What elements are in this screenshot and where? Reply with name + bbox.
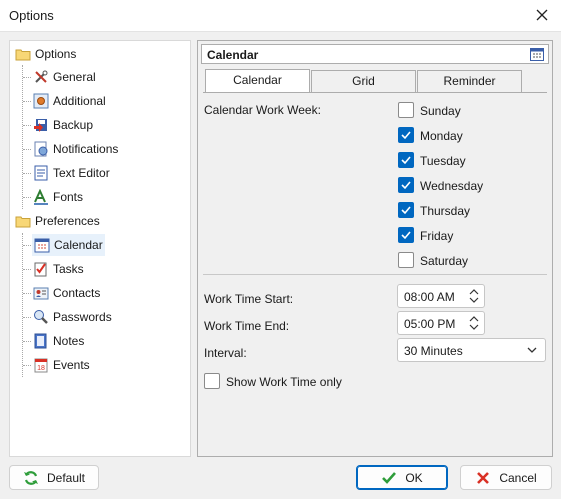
tree-item-label: Backup xyxy=(53,118,94,132)
tab-grid[interactable]: Grid xyxy=(311,70,416,92)
tab-label: Calendar xyxy=(233,73,282,87)
tree-item-label: Preferences xyxy=(35,214,100,228)
tree-item-label: Additional xyxy=(53,94,106,108)
svg-text:18: 18 xyxy=(37,365,45,372)
interval-label: Interval: xyxy=(204,346,247,360)
day-label: Saturday xyxy=(420,254,469,268)
checkbox-tuesday[interactable] xyxy=(398,152,414,168)
backup-icon xyxy=(34,119,47,132)
tree-item-calendar[interactable]: Calendar xyxy=(32,234,105,256)
spin-arrows-icon[interactable] xyxy=(468,287,480,305)
tree-item-fonts[interactable]: Fonts xyxy=(33,186,83,208)
interval-select[interactable]: 30 Minutes xyxy=(397,338,546,362)
panel-header: Calendar xyxy=(201,44,549,64)
checkbox-show-work-time[interactable] xyxy=(204,373,220,389)
day-label: Sunday xyxy=(420,104,461,118)
tab-calendar[interactable]: Calendar xyxy=(205,69,310,93)
tree-item-events[interactable]: 18 Events xyxy=(33,354,90,376)
cancel-x-icon xyxy=(477,471,490,484)
tree-item-label: Tasks xyxy=(53,262,84,276)
ok-button-label: OK xyxy=(405,470,423,485)
tree-item-notes[interactable]: Notes xyxy=(33,330,84,352)
chevron-down-icon xyxy=(527,347,537,353)
tree-item-label: Text Editor xyxy=(53,166,110,180)
tab-label: Grid xyxy=(352,74,375,88)
folder-icon xyxy=(15,49,31,61)
cancel-button[interactable]: Cancel xyxy=(460,465,552,490)
tree-item-label: Fonts xyxy=(53,190,84,204)
tree-item-text-editor[interactable]: Text Editor xyxy=(33,162,110,184)
tree-item-label: Notifications xyxy=(53,142,119,156)
tree-item-passwords[interactable]: Passwords xyxy=(33,306,112,328)
checkmark-icon xyxy=(382,471,397,484)
checkbox-sunday[interactable] xyxy=(398,102,414,118)
checkbox-saturday[interactable] xyxy=(398,252,414,268)
work-week-label: Calendar Work Week: xyxy=(204,103,321,117)
options-tree[interactable]: Options General Additional Backup Notifi… xyxy=(9,40,191,457)
tree-item-preferences[interactable]: Preferences xyxy=(15,210,100,232)
interval-value: 30 Minutes xyxy=(404,344,463,358)
tree-item-general[interactable]: General xyxy=(33,66,96,88)
day-label: Friday xyxy=(420,229,454,243)
day-label: Tuesday xyxy=(420,154,466,168)
folder-icon xyxy=(15,216,31,228)
tasks-icon xyxy=(34,262,47,277)
show-work-time-label: Show Work Time only xyxy=(226,375,342,389)
work-end-label: Work Time End: xyxy=(204,319,290,333)
day-label: Wednesday xyxy=(420,179,484,193)
calendar-settings-panel: Calendar Calendar Grid Reminder Calendar… xyxy=(197,40,553,457)
tools-icon xyxy=(35,70,48,83)
tree-item-backup[interactable]: Backup xyxy=(33,114,93,136)
work-start-label: Work Time Start: xyxy=(204,292,294,306)
cancel-button-label: Cancel xyxy=(499,470,537,485)
ok-button[interactable]: OK xyxy=(356,465,448,490)
checkbox-friday[interactable] xyxy=(398,227,414,243)
tree-item-label: Options xyxy=(35,47,77,61)
text-editor-icon xyxy=(34,165,48,181)
default-button[interactable]: Default xyxy=(9,465,99,490)
tree-item-options[interactable]: Options xyxy=(15,43,76,65)
checkbox-wednesday[interactable] xyxy=(398,177,414,193)
close-icon[interactable] xyxy=(533,6,551,24)
panel-title: Calendar xyxy=(207,48,259,62)
notification-icon xyxy=(34,141,48,157)
refresh-icon xyxy=(23,470,38,485)
tree-item-tasks[interactable]: Tasks xyxy=(33,258,84,280)
work-end-value: 05:00 PM xyxy=(404,317,456,331)
passwords-icon xyxy=(34,310,48,324)
tree-item-additional[interactable]: Additional xyxy=(33,90,106,112)
tree-item-label: Notes xyxy=(53,334,85,348)
work-end-time-input[interactable]: 05:00 PM xyxy=(397,311,485,335)
work-start-time-input[interactable]: 08:00 AM xyxy=(397,284,485,308)
tab-reminder[interactable]: Reminder xyxy=(417,70,522,92)
contacts-icon xyxy=(33,287,49,300)
tree-item-label: Events xyxy=(53,358,90,372)
notes-icon xyxy=(34,333,47,349)
title-bar: Options xyxy=(0,0,561,32)
tree-item-label: Contacts xyxy=(53,286,101,300)
checkbox-thursday[interactable] xyxy=(398,202,414,218)
work-start-value: 08:00 AM xyxy=(404,290,455,304)
calendar-icon xyxy=(530,48,544,61)
tab-divider xyxy=(203,92,547,93)
section-divider xyxy=(203,274,547,275)
tree-item-notifications[interactable]: Notifications xyxy=(33,138,118,160)
calendar-icon xyxy=(34,238,50,253)
day-label: Monday xyxy=(420,129,463,143)
default-button-label: Default xyxy=(46,470,86,485)
tree-item-label: Calendar xyxy=(54,238,103,252)
gear-box-icon xyxy=(33,93,49,109)
checkbox-monday[interactable] xyxy=(398,127,414,143)
events-icon: 18 xyxy=(34,358,48,373)
tree-item-label: Passwords xyxy=(53,310,112,324)
tree-item-contacts[interactable]: Contacts xyxy=(33,282,100,304)
tab-label: Reminder xyxy=(443,74,496,88)
tree-item-label: General xyxy=(53,70,96,84)
fonts-icon xyxy=(34,189,48,205)
spin-arrows-icon[interactable] xyxy=(468,314,480,332)
day-label: Thursday xyxy=(420,204,471,218)
window-title: Options xyxy=(9,8,54,23)
